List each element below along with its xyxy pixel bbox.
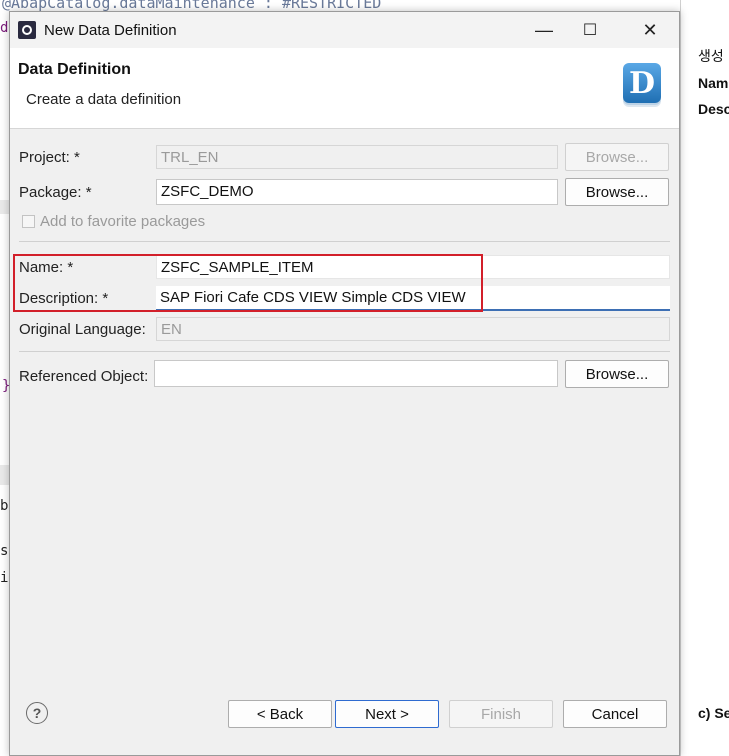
wizard-header: Data Definition Create a data definition… <box>10 48 679 129</box>
referenced-object-label: Referenced Object: <box>19 368 149 385</box>
original-language-field: EN <box>156 317 670 341</box>
project-browse-button: Browse... <box>565 143 669 171</box>
minimize-button[interactable]: — <box>521 12 567 48</box>
maximize-button[interactable]: ☐ <box>567 12 613 48</box>
eclipse-app-icon <box>18 21 36 39</box>
package-browse-button[interactable]: Browse... <box>565 178 669 206</box>
favorite-packages-checkbox[interactable] <box>22 215 35 228</box>
help-icon[interactable]: ? <box>26 702 48 724</box>
separator <box>19 241 670 242</box>
finish-button: Finish <box>449 700 553 728</box>
package-field[interactable]: ZSFC_DEMO <box>156 179 558 205</box>
description-label: Description: * <box>19 290 109 307</box>
separator <box>19 351 670 352</box>
wizard-title: Data Definition <box>18 61 131 78</box>
editor-fragment: b <box>0 498 9 514</box>
next-button[interactable]: Next > <box>335 700 439 728</box>
close-button[interactable]: ✕ <box>627 12 673 48</box>
right-panel-text: c) Se <box>698 705 729 721</box>
right-panel-text: Nam <box>698 75 729 91</box>
data-definition-icon-letter: D <box>623 63 661 103</box>
editor-fragment: s <box>0 543 9 559</box>
right-panel-text: Desc <box>698 101 729 117</box>
window-title: New Data Definition <box>44 22 177 39</box>
title-bar[interactable]: New Data Definition — ☐ ✕ <box>10 12 679 48</box>
referenced-object-field[interactable] <box>154 360 558 387</box>
back-button[interactable]: < Back <box>228 700 332 728</box>
name-label: Name: * <box>19 259 74 276</box>
wizard-subtitle: Create a data definition <box>26 91 182 108</box>
right-panel-border <box>680 0 681 756</box>
description-field[interactable]: SAP Fiori Cafe CDS VIEW Simple CDS VIEW <box>156 286 670 311</box>
editor-fragment: i <box>0 570 9 586</box>
editor-fragment: d <box>0 20 9 36</box>
cancel-button[interactable]: Cancel <box>563 700 667 728</box>
right-panel-text: 생성 <box>698 48 724 64</box>
project-label: Project: * <box>19 149 80 166</box>
original-language-label: Original Language: <box>19 321 146 338</box>
favorite-packages-label: Add to favorite packages <box>40 213 206 230</box>
new-data-definition-dialog: New Data Definition — ☐ ✕ Data Definitio… <box>9 11 680 756</box>
package-label: Package: * <box>19 184 92 201</box>
name-field[interactable]: ZSFC_SAMPLE_ITEM <box>156 255 670 279</box>
project-field: TRL_EN <box>156 145 558 169</box>
referenced-object-browse-button[interactable]: Browse... <box>565 360 669 388</box>
data-definition-icon: D <box>615 59 671 115</box>
